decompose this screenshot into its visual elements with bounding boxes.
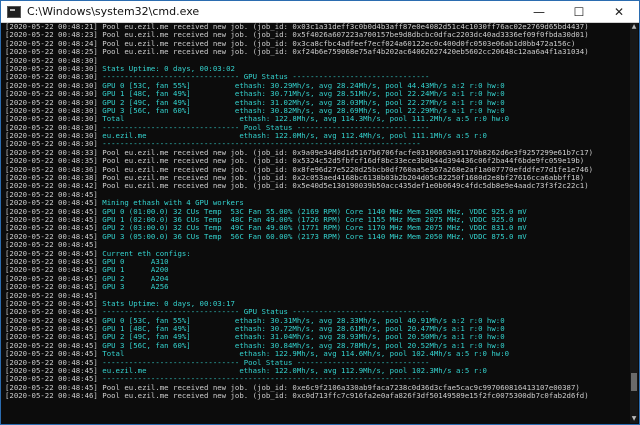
console-output[interactable]: [2020-05-22 00:48:21] Pool eu.ezil.me re…	[2, 23, 630, 423]
title-bar[interactable]: C:\Windows\system32\cmd.exe — ☐ ✕	[1, 1, 639, 23]
log-message: GPU 3 A256	[97, 282, 169, 292]
console-line: [2020-05-22 00:48:46] Pool eu.ezil.me re…	[5, 391, 630, 401]
cmd-icon	[7, 5, 21, 18]
log-message: Pool eu.ezil.me received new job. (job_i…	[97, 47, 589, 57]
vertical-scrollbar[interactable]: ▲ ▼	[630, 23, 638, 423]
scroll-thumb[interactable]	[631, 373, 637, 392]
scroll-up-icon[interactable]: ▲	[630, 23, 638, 31]
cmd-window: C:\Windows\system32\cmd.exe — ☐ ✕ [2020-…	[0, 0, 640, 425]
timestamp: [2020-05-22 00:48:46]	[5, 391, 98, 401]
log-message: GPU 3 (05:00.0) 36 CUs Temp 56C Fan 60.0…	[97, 231, 527, 241]
minimize-button[interactable]: —	[519, 1, 559, 23]
log-message: Pool eu.ezil.me received new job. (job_i…	[97, 391, 589, 401]
maximize-button[interactable]: ☐	[559, 1, 599, 23]
window-title: C:\Windows\system32\cmd.exe	[27, 5, 200, 18]
close-button[interactable]: ✕	[599, 1, 639, 23]
scroll-down-icon[interactable]: ▼	[630, 415, 638, 423]
log-message: Pool eu.ezil.me received new job. (job_i…	[97, 181, 589, 191]
